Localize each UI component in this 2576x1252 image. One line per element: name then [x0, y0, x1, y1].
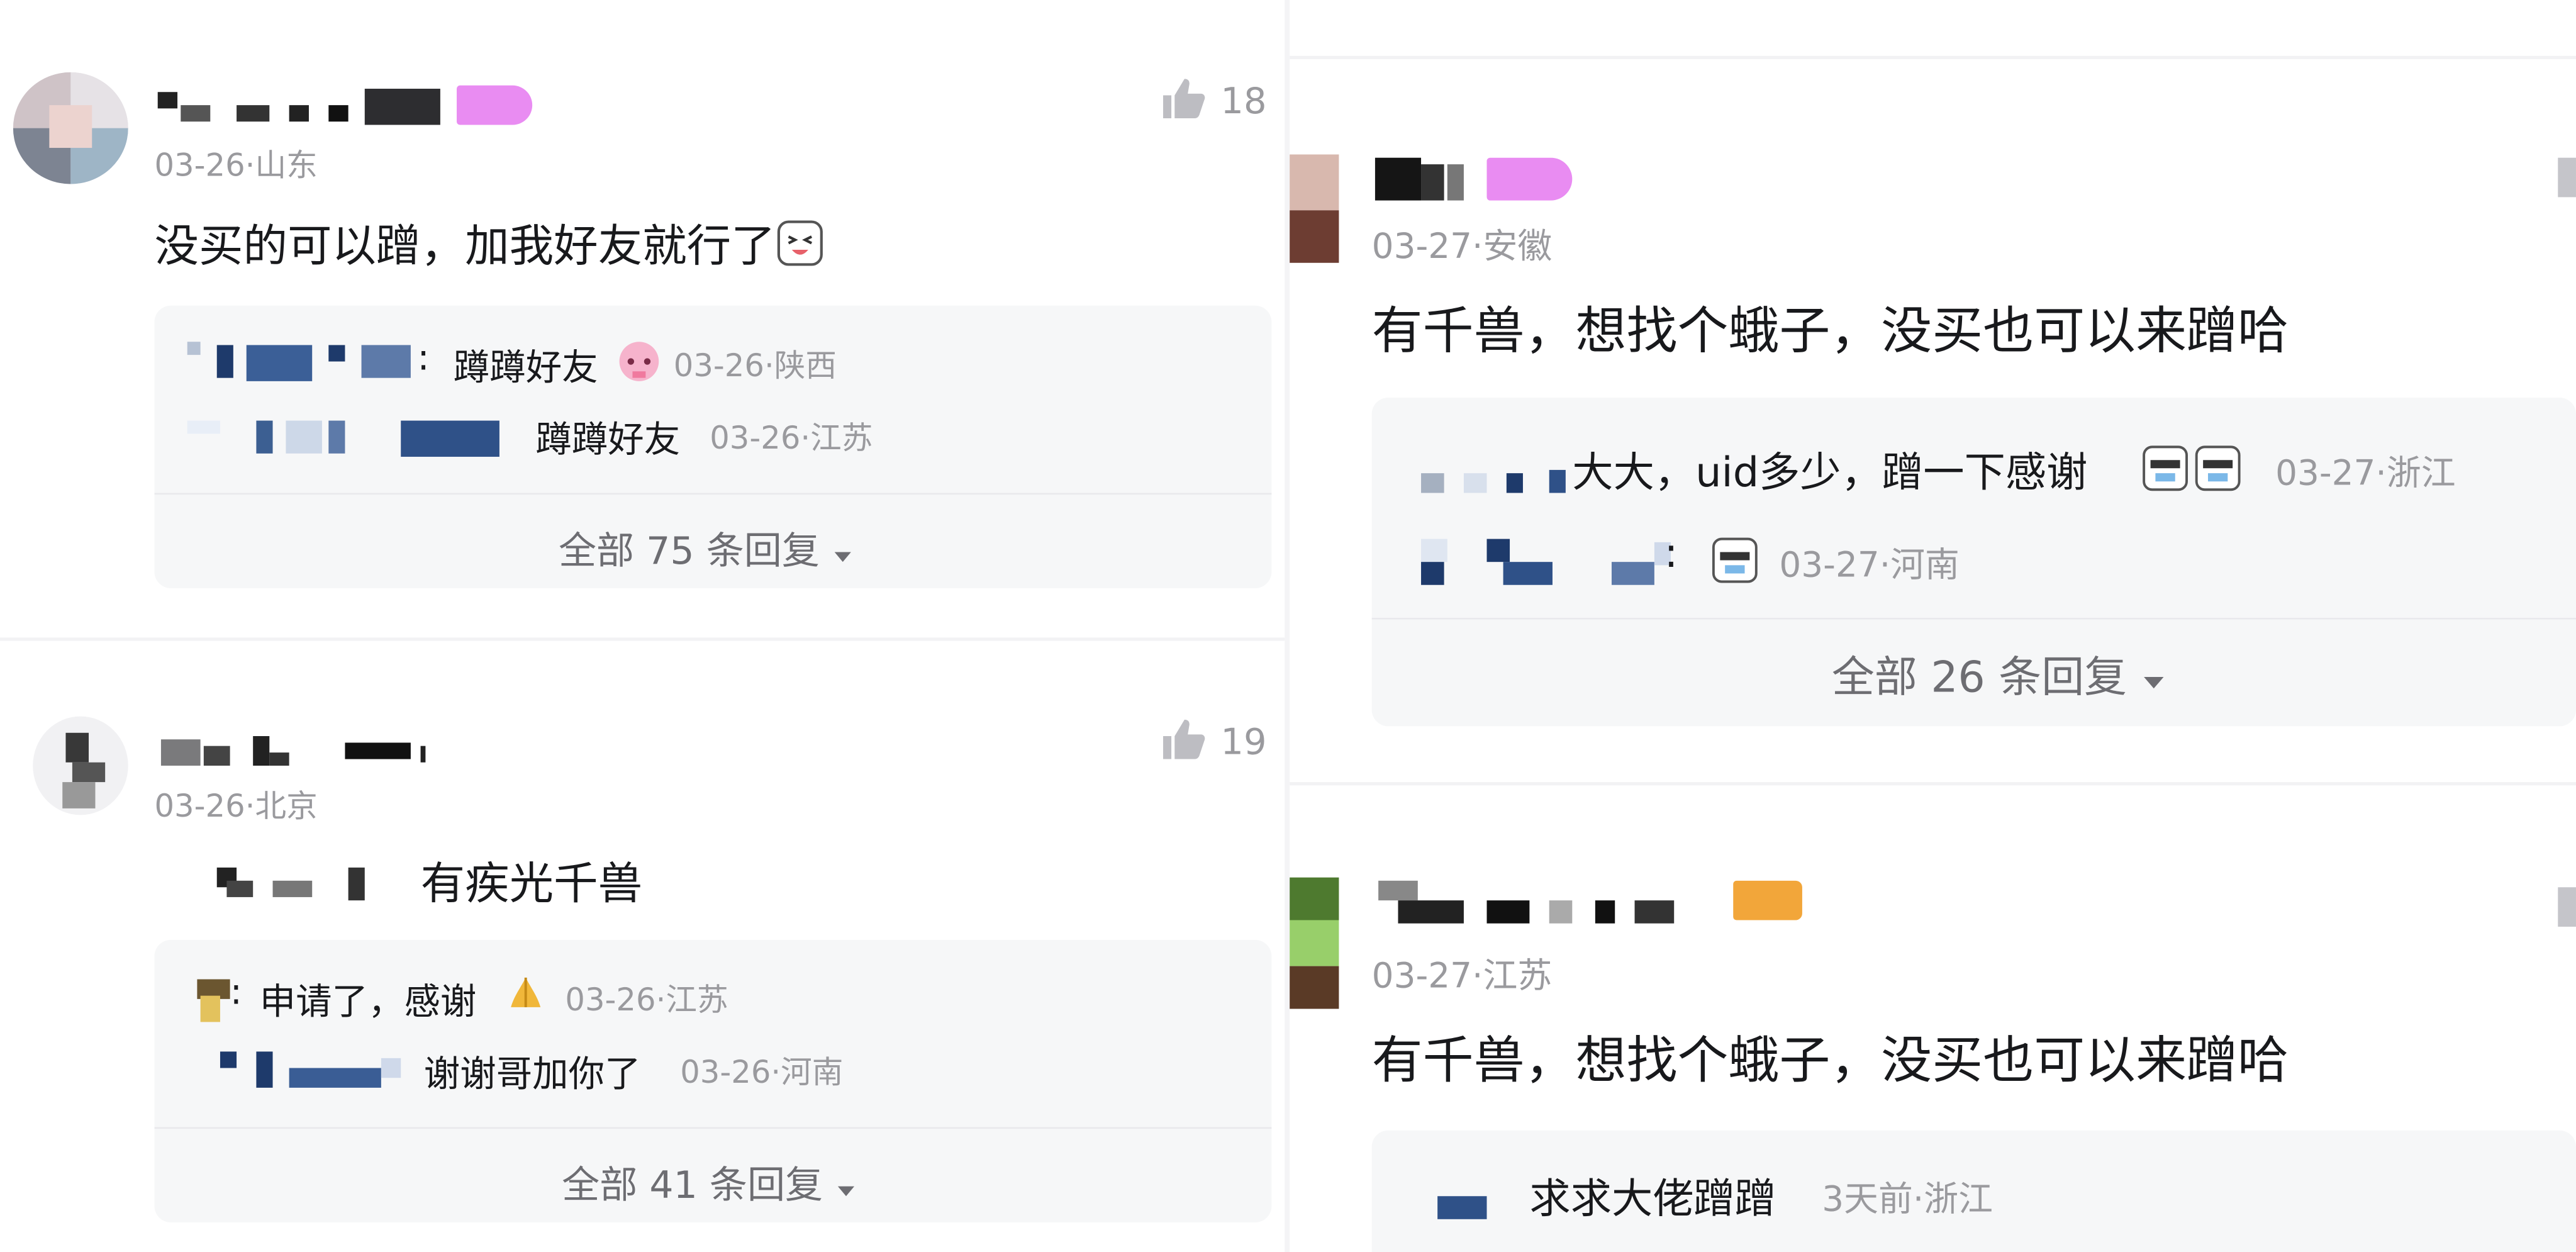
emoji-icon: [1710, 535, 1759, 591]
reply-section: 求求大佬蹭蹭 3天前·浙江: [1371, 1130, 2576, 1252]
comment-content: 没买的可以蹭，加我好友就行了: [154, 210, 825, 279]
reply-item[interactable]: : 03-27·河南: [1372, 496, 2576, 595]
reply-section: 大大，uid多少，蹭一下感谢 03-27·浙江 : 03-27·河南 全部 26…: [1371, 398, 2576, 727]
reply-content: 求求大佬蹭蹭: [1529, 1175, 1776, 1223]
reply-item[interactable]: : 申请了，感谢 03-26·江苏: [154, 940, 1271, 1024]
reply-item[interactable]: 大大，uid多少，蹭一下感谢 03-27·浙江: [1372, 398, 2576, 496]
username-masked[interactable]: [1374, 157, 1474, 201]
reply-meta: 03-27·浙江: [2275, 453, 2456, 493]
reply-item[interactable]: 谢谢哥加你了 03-26·河南: [154, 1012, 1271, 1096]
level-badge: [457, 85, 533, 125]
reply-meta: 03-27·河南: [1779, 545, 1960, 585]
username-masked[interactable]: [1378, 880, 1740, 924]
thumb-up-icon: [1160, 717, 1209, 773]
like-number: 19: [1220, 723, 1267, 764]
caret-down-icon: [2141, 655, 2167, 704]
like-count[interactable]: 18: [1160, 75, 1267, 131]
column-divider: [1285, 0, 1290, 1252]
emoji-icon: [776, 218, 825, 279]
level-badge: [1486, 157, 1573, 201]
comment-meta: 03-27·安徽: [1371, 226, 1553, 267]
avatar[interactable]: [1290, 877, 1339, 1009]
caret-down-icon: [835, 1166, 858, 1209]
avatar[interactable]: [1290, 154, 1339, 263]
reply-meta: 3天前·浙江: [1822, 1180, 1993, 1219]
comment-content: 有疾光千兽: [420, 859, 643, 910]
reply-content: 蹲蹲好友: [535, 420, 681, 462]
divider: [1371, 617, 2576, 620]
thumb-up-icon: [1160, 75, 1209, 131]
reply-item[interactable]: : 蹲蹲好友 03-26·陕西: [154, 306, 1271, 389]
comment-meta: 03-26·山东: [154, 148, 318, 184]
reply-meta: 03-26·江苏: [710, 420, 873, 457]
divider: [154, 1127, 1272, 1129]
comment-item: 18 03-26·山东 没买的可以蹭，加我好友就行了 : 蹲蹲好友 03-26·…: [0, 0, 1285, 641]
comment-content: 有千兽，想找个蛾子，没买也可以来蹭哈: [1371, 302, 2289, 362]
view-all-replies[interactable]: 全部 26 条回复: [1832, 644, 2166, 705]
comment-item: 03-27·江苏 有千兽，想找个蛾子，没买也可以来蹭哈 求求大佬蹭蹭 3天前·浙…: [1290, 785, 2576, 1252]
avatar[interactable]: [33, 716, 128, 815]
view-all-replies[interactable]: 全部 41 条回复: [562, 1153, 858, 1209]
thumb-up-icon[interactable]: [2558, 887, 2576, 927]
reply-section: : 蹲蹲好友 03-26·陕西 蹲蹲好友 03-26·江苏 全部 75 条回复: [154, 305, 1272, 588]
comment-item: 03-27·安徽 有千兽，想找个蛾子，没买也可以来蹭哈 大大，uid多少，蹭一下…: [1290, 59, 2576, 782]
avatar[interactable]: [13, 72, 128, 184]
comment-item: 19 03-26·北京 有疾光千兽 : 申请了，感谢 03-26·江苏 谢谢哥加…: [0, 641, 1285, 1252]
level-badge: [1733, 880, 1802, 920]
reply-item[interactable]: 蹲蹲好友 03-26·江苏: [154, 378, 1271, 462]
thumb-up-icon[interactable]: [2558, 157, 2576, 198]
mention-masked[interactable]: [216, 861, 381, 901]
comment-meta: 03-26·北京: [154, 788, 318, 825]
reply-item[interactable]: 求求大佬蹭蹭 3天前·浙江: [1372, 1131, 2576, 1229]
view-all-replies[interactable]: 全部 75 条回复: [559, 519, 855, 575]
comment-screenshot: 18 03-26·山东 没买的可以蹭，加我好友就行了 : 蹲蹲好友 03-26·…: [0, 0, 2576, 1252]
comment-content: 有千兽，想找个蛾子，没买也可以来蹭哈: [1371, 1032, 2289, 1092]
like-count[interactable]: 19: [1160, 717, 1267, 773]
like-number: 18: [1220, 82, 1267, 123]
reply-content: 谢谢哥加你了: [423, 1054, 641, 1096]
reply-section: : 申请了，感谢 03-26·江苏 谢谢哥加你了 03-26·河南 全部 41 …: [154, 939, 1272, 1223]
reply-content: 大大，uid多少，蹭一下感谢: [1572, 448, 2088, 496]
username-masked[interactable]: [160, 733, 457, 769]
reply-meta: 03-26·河南: [680, 1054, 844, 1092]
comment-meta: 03-27·江苏: [1371, 956, 1553, 996]
divider: [154, 493, 1272, 495]
caret-down-icon: [832, 532, 855, 574]
emoji-icon: [2141, 444, 2246, 500]
